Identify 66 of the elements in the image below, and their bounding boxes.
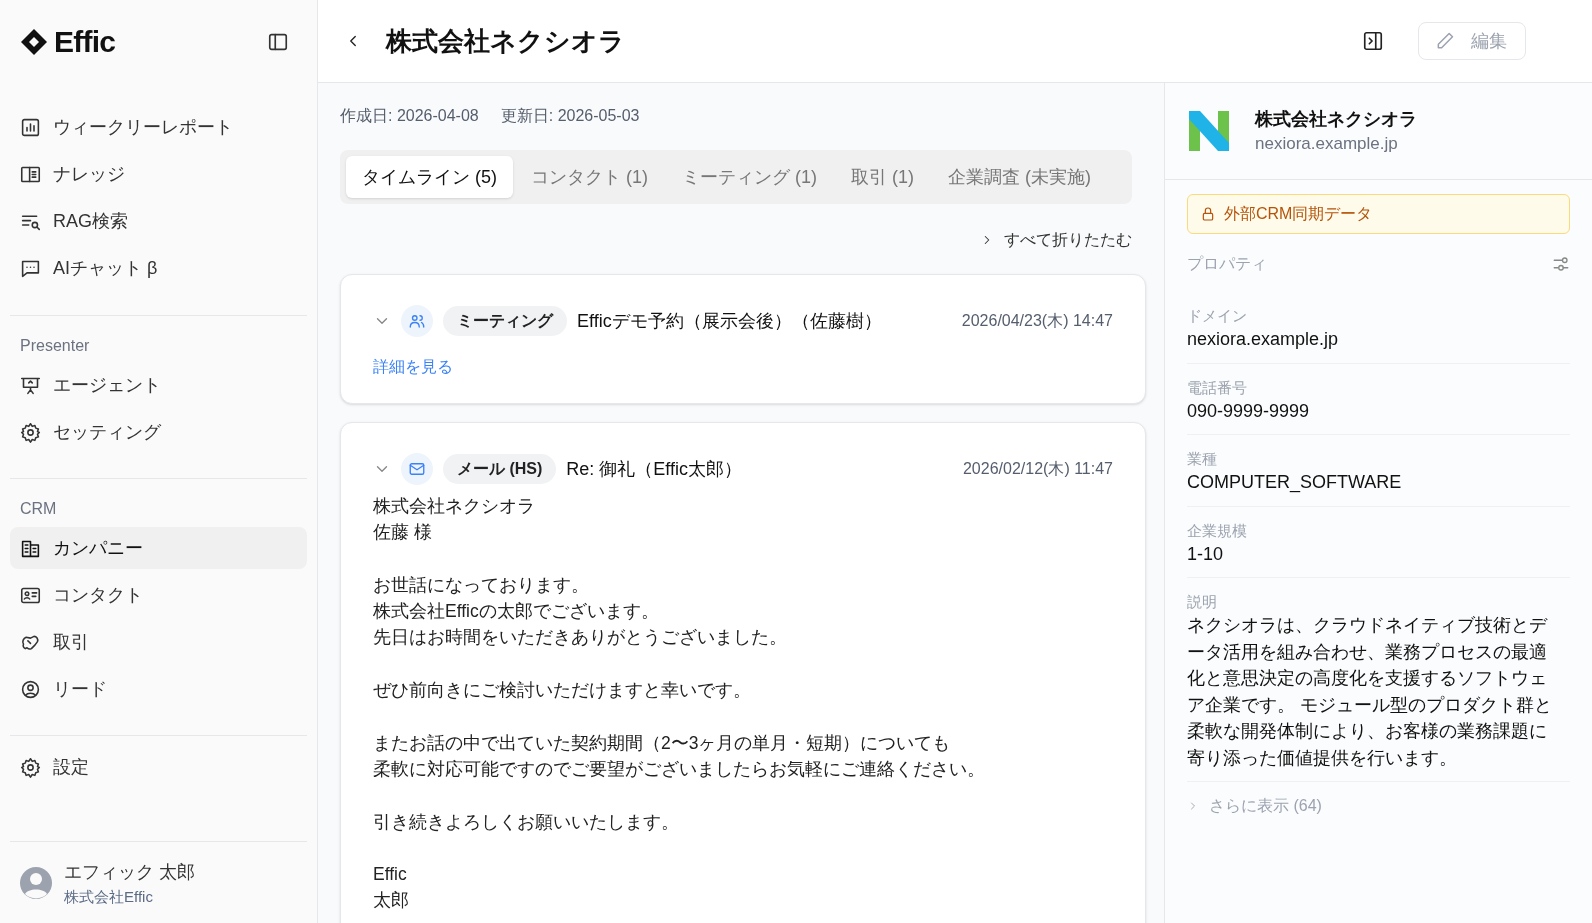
- property-label: ドメイン: [1187, 306, 1248, 326]
- date-label: 作成日: 2026-04-08: [340, 106, 479, 126]
- user-circle-icon: [20, 678, 41, 700]
- email-paragraph: お世話になっております。 株式会社Efficの太郎でございます。 先日はお時間をいただきありがとうございました。: [373, 573, 788, 650]
- tab[interactable]: ミーティング (1): [666, 156, 833, 198]
- sidebar-item[interactable]: ウィークリーレポート: [10, 106, 307, 148]
- sidebar-item[interactable]: RAG検索: [10, 200, 307, 242]
- sidebar-item[interactable]: 設定: [10, 746, 307, 788]
- people-icon: [408, 312, 426, 330]
- avatar-icon: [20, 866, 52, 899]
- company-domain: nexiora.example.jp: [1255, 133, 1399, 155]
- section-heading: CRM: [19, 499, 58, 519]
- sidebar-item[interactable]: リード: [10, 668, 307, 710]
- sidebar-item[interactable]: AIチャット β: [10, 247, 307, 289]
- property-label: 業種: [1187, 449, 1218, 469]
- mail-icon: [408, 460, 426, 478]
- property-value: ネクシオラは、クラウドネイティブ技術とデータ活用を組み合わせ、業務プロセスの最適化と意思決定の高度化を支援するソフトウェア企業です。 モジュール型のプロダクト群と柔軟な開発体制により、お客様の業務課題に寄り添った価値提供を行います。: [1187, 614, 1553, 770]
- sidebar-item[interactable]: カンパニー: [10, 527, 307, 569]
- property-value: 090-9999-9999: [1187, 399, 1311, 423]
- details-link[interactable]: 詳細を見る: [373, 355, 453, 379]
- entry-datetime: 2026/04/23(木) 14:47: [961, 311, 1113, 331]
- bar-chart-icon: [20, 116, 41, 138]
- page-title: 株式会社ネクシオラ: [386, 24, 626, 58]
- company-name: 株式会社ネクシオラ: [1255, 108, 1417, 131]
- email-paragraph: ぜひ前向きにご検討いただけますと幸いです。: [373, 679, 752, 703]
- entry-title: Re: 御礼（Effic太郎）: [566, 457, 744, 481]
- sync-notice: 外部CRM同期データ: [1187, 194, 1570, 234]
- app-logo: Effic: [54, 24, 116, 60]
- user-name: エフィック 太郎: [64, 860, 195, 884]
- email-paragraph: 株式会社ネクシオラ 佐藤 様: [373, 495, 536, 545]
- email-paragraph: 引き続きよろしくお願いいたします。: [373, 810, 680, 834]
- logo-icon: [20, 27, 48, 56]
- pencil-icon: [1435, 31, 1455, 51]
- collapse-all-button[interactable]: すべて折りたたむ: [980, 228, 1132, 252]
- email-paragraph: またお話の中で出ていた契約期間（2〜3ヶ月の単月・短期）についても 柔軟に対応可能ですのでご要望がございましたらお気軽にご連絡ください。: [373, 731, 986, 781]
- property-value: nexiora.example.jp: [1187, 328, 1340, 351]
- email-paragraph: Effic 太郎: [373, 863, 410, 913]
- properties-heading: プロパティ: [1187, 254, 1267, 274]
- sidebar-item[interactable]: 取引: [10, 621, 307, 663]
- sliders-icon: [1552, 255, 1570, 273]
- tab[interactable]: 企業調査 (未実施): [932, 156, 1107, 198]
- entry-title: Efficデモ予約（展示会後）（佐藤樹）: [577, 309, 883, 333]
- section-heading: Presenter: [19, 336, 91, 356]
- tab[interactable]: 取引 (1): [835, 156, 930, 198]
- property-label: 説明: [1187, 592, 1218, 612]
- sidebar-item[interactable]: コンタクト: [10, 574, 307, 616]
- user-company: 株式会社Effic: [64, 886, 154, 907]
- sidebar-item[interactable]: ナレッジ: [10, 153, 307, 195]
- type-tag: ミーティング: [443, 306, 567, 336]
- property-value: COMPUTER_SOFTWARE: [1187, 471, 1403, 495]
- property-value: 1-10: [1187, 542, 1225, 566]
- gear-icon: [20, 421, 41, 443]
- sidebar-item[interactable]: エージェント: [10, 364, 307, 406]
- type-tag: メール (HS): [443, 454, 557, 484]
- tab[interactable]: コンタクト (1): [515, 156, 664, 198]
- sidebar-item[interactable]: セッティング: [10, 411, 307, 453]
- entry-datetime: 2026/02/12(木) 11:47: [962, 459, 1113, 479]
- gear-icon: [20, 756, 41, 778]
- company-logo: [1189, 111, 1229, 151]
- lock-icon: [1200, 206, 1216, 222]
- property-label: 電話番号: [1187, 377, 1248, 398]
- property-label: 企業規模: [1187, 520, 1248, 541]
- panel-icon: [1362, 30, 1384, 52]
- tab[interactable]: タイムライン (5): [346, 156, 513, 198]
- property-settings-button[interactable]: [1552, 255, 1570, 273]
- date-label: 更新日: 2026-05-03: [500, 106, 640, 126]
